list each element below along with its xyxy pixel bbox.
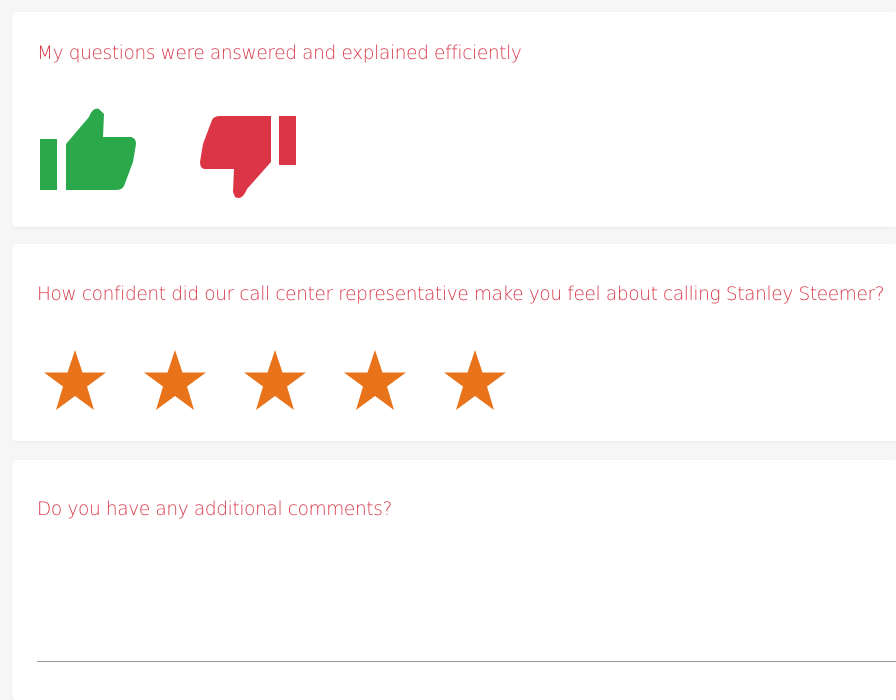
- star-5-button[interactable]: [442, 349, 508, 411]
- question-label: Do you have any additional comments?: [37, 499, 392, 520]
- question-label: How confident did our call center repres…: [37, 284, 885, 305]
- star-icon: [44, 350, 106, 410]
- comments-input[interactable]: [37, 532, 896, 662]
- question-card-efficiency: My questions were answered and explained…: [12, 12, 896, 227]
- star-icon: [144, 350, 206, 410]
- thumbs-up-icon: [40, 108, 136, 190]
- star-2-button[interactable]: [142, 349, 208, 411]
- star-4-button[interactable]: [342, 349, 408, 411]
- star-icon: [444, 350, 506, 410]
- question-card-comments: Do you have any additional comments?: [12, 460, 896, 700]
- question-label: My questions were answered and explained…: [37, 43, 522, 64]
- star-rating: [42, 349, 542, 411]
- star-icon: [244, 350, 306, 410]
- question-card-confidence: How confident did our call center repres…: [12, 244, 896, 441]
- star-3-button[interactable]: [242, 349, 308, 411]
- thumbs-up-button[interactable]: [38, 104, 136, 194]
- thumbs-down-button[interactable]: [200, 112, 298, 202]
- star-icon: [344, 350, 406, 410]
- thumbs-down-icon: [200, 116, 296, 198]
- star-1-button[interactable]: [42, 349, 108, 411]
